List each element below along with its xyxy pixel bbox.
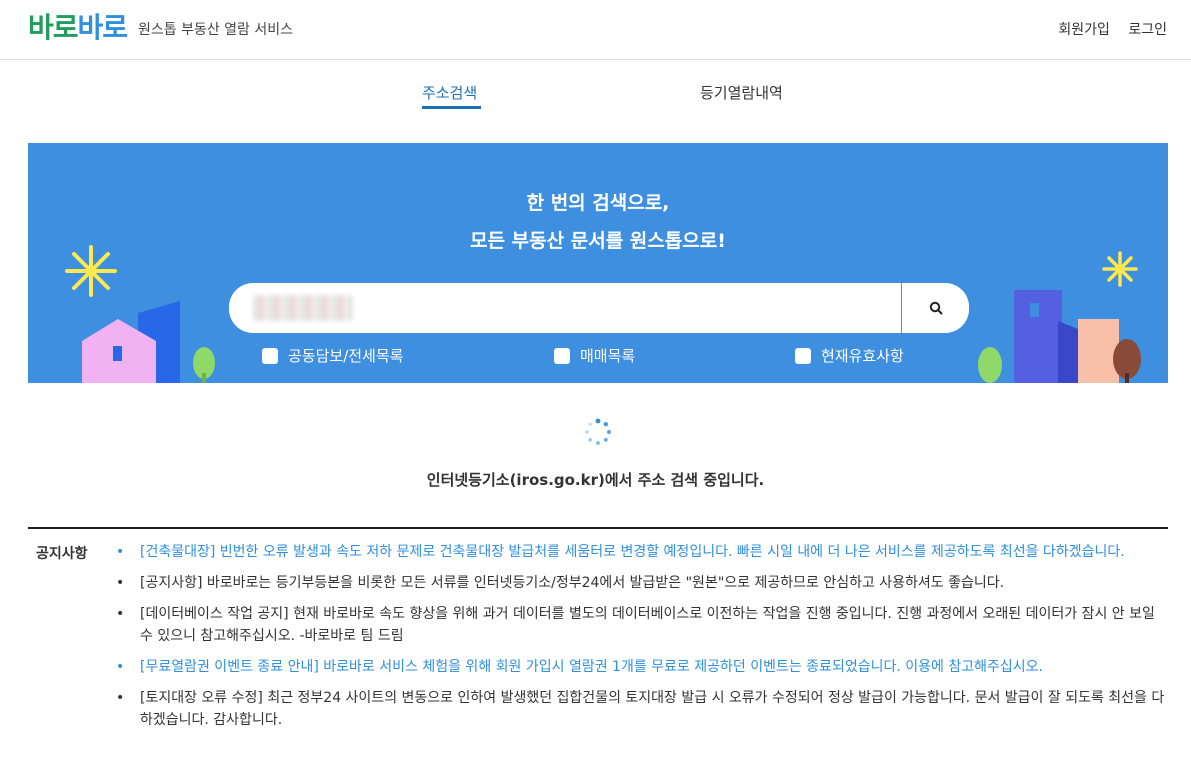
active-tab-indicator [422, 106, 481, 109]
notice-label: 공지사항 [36, 546, 88, 562]
tab-address-search[interactable]: 주소검색 [422, 82, 477, 103]
logo-part1: 바로 [28, 11, 79, 44]
notice-item[interactable]: [무료열람권 이벤트 종료 안내] 바로바로 서비스 체험을 위해 회원 가입시… [116, 656, 1166, 678]
checkbox-box[interactable] [554, 347, 570, 364]
notice-list: [건축물대장] 빈번한 오류 발생과 속도 저하 문제로 건축물대장 발급처를 … [116, 541, 1166, 740]
checkbox-joint-collateral[interactable]: 공동담보/전세목록 [262, 345, 403, 366]
checkbox-trade-list[interactable]: 매매목록 [554, 345, 635, 366]
tab-view-history[interactable]: 등기열람내역 [700, 82, 783, 103]
logo[interactable]: 바로바로 [28, 6, 129, 46]
search-icon [929, 301, 942, 315]
login-link[interactable]: 로그인 [1128, 22, 1167, 38]
checkbox-current-valid[interactable]: 현재유효사항 [795, 345, 904, 366]
signup-link[interactable]: 회원가입 [1058, 22, 1110, 38]
notice-item[interactable]: [건축물대장] 빈번한 오류 발생과 속도 저하 문제로 건축물대장 발급처를 … [116, 541, 1166, 563]
site-header: 바로바로 원스톱 부동산 열람 서비스 회원가입 로그인 [0, 0, 1191, 60]
auth-links: 회원가입 로그인 [1044, 19, 1167, 39]
search-box [229, 283, 969, 333]
hero-title-line1: 한 번의 검색으로, [526, 192, 670, 214]
search-button[interactable] [901, 283, 969, 333]
checkbox-label: 공동담보/전세목록 [288, 347, 404, 365]
notice-section: 공지사항 [건축물대장] 빈번한 오류 발생과 속도 저하 문제로 건축물대장 … [28, 527, 1168, 728]
checkbox-box[interactable] [795, 347, 811, 364]
checkbox-label: 매매목록 [580, 347, 636, 365]
loading-spinner-icon [585, 418, 612, 445]
notice-item: [공지사항] 바로바로는 등기부등본을 비롯한 모든 서류를 인터넷등기소/정부… [116, 572, 1166, 594]
notice-item: [토지대장 오류 수정] 최근 정부24 사이트의 변동으로 인하여 발생했던 … [116, 687, 1166, 731]
address-search-input[interactable] [249, 283, 899, 333]
hero-title-line2: 모든 부동산 문서를 원스톱으로! [470, 230, 726, 252]
logo-part2: 바로 [77, 11, 129, 44]
notice-item: [데이터베이스 작업 공지] 현재 바로바로 속도 향상을 위해 과거 데이터를… [116, 603, 1166, 647]
loading-message: 인터넷등기소(iros.go.kr)에서 주소 검색 중입니다. [426, 471, 765, 489]
site-subtitle: 원스톱 부동산 열람 서비스 [138, 22, 294, 38]
search-hero: 한 번의 검색으로, 모든 부동산 문서를 원스톱으로! 공동담보/전세목록 매… [28, 143, 1168, 383]
sparkle-icon [65, 245, 117, 297]
checkbox-label: 현재유효사항 [821, 347, 904, 365]
checkbox-box[interactable] [262, 347, 278, 364]
